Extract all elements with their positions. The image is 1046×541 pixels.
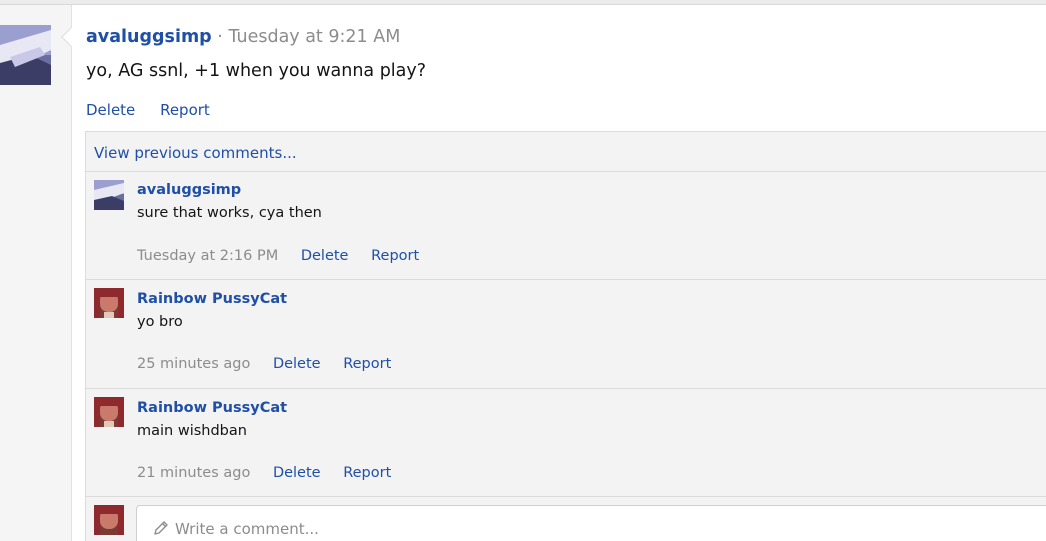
comment-author[interactable]: Rainbow PussyCat <box>137 400 287 416</box>
comment-meta: 21 minutes ago Delete Report <box>137 465 409 481</box>
comment-delete-link[interactable]: Delete <box>273 465 321 481</box>
comment-timestamp[interactable]: 25 minutes ago <box>137 356 250 372</box>
write-comment-row: Write a comment... <box>86 496 1046 541</box>
comment-report-link[interactable]: Report <box>343 465 391 481</box>
avatar[interactable] <box>0 25 51 85</box>
post-body: yo, AG ssnl, +1 when you wanna play? <box>86 61 427 81</box>
comment-timestamp[interactable]: 21 minutes ago <box>137 465 250 481</box>
comment-meta: Tuesday at 2:16 PM Delete Report <box>137 248 437 264</box>
comments-panel: View previous comments... avaluggsimp su… <box>85 131 1046 541</box>
comment-text: main wishdban <box>137 423 247 439</box>
post-timestamp[interactable]: Tuesday at 9:21 AM <box>228 27 400 47</box>
comment-author[interactable]: avaluggsimp <box>137 182 241 198</box>
write-comment-input[interactable]: Write a comment... <box>136 505 1046 541</box>
comment-timestamp[interactable]: Tuesday at 2:16 PM <box>137 248 278 264</box>
left-gutter <box>0 5 72 541</box>
comment-item: Rainbow PussyCat main wishdban 21 minute… <box>86 388 1046 496</box>
comment-report-link[interactable]: Report <box>343 356 391 372</box>
comment-item: avaluggsimp sure that works, cya then Tu… <box>86 171 1046 279</box>
comment-item: Rainbow PussyCat yo bro 25 minutes ago D… <box>86 279 1046 388</box>
avatar[interactable] <box>94 397 124 427</box>
post-actions: Delete Report <box>86 101 230 119</box>
avatar[interactable] <box>94 180 124 210</box>
comment-report-link[interactable]: Report <box>371 248 419 264</box>
pencil-icon <box>154 521 168 535</box>
post-header: avaluggsimp · Tuesday at 9:21 AM <box>86 27 400 47</box>
view-previous-comments-link[interactable]: View previous comments... <box>94 144 297 162</box>
comment-delete-link[interactable]: Delete <box>301 248 349 264</box>
post-separator: · <box>217 27 223 47</box>
post-report-link[interactable]: Report <box>160 101 210 119</box>
top-border <box>0 0 1046 5</box>
comment-text: yo bro <box>137 314 183 330</box>
post-author[interactable]: avaluggsimp <box>86 27 212 47</box>
post-delete-link[interactable]: Delete <box>86 101 135 119</box>
avatar <box>94 505 124 535</box>
comment-delete-link[interactable]: Delete <box>273 356 321 372</box>
avatar[interactable] <box>94 288 124 318</box>
comment-meta: 25 minutes ago Delete Report <box>137 356 409 372</box>
write-comment-placeholder: Write a comment... <box>175 520 319 538</box>
comment-text: sure that works, cya then <box>137 205 322 221</box>
comment-author[interactable]: Rainbow PussyCat <box>137 291 287 307</box>
